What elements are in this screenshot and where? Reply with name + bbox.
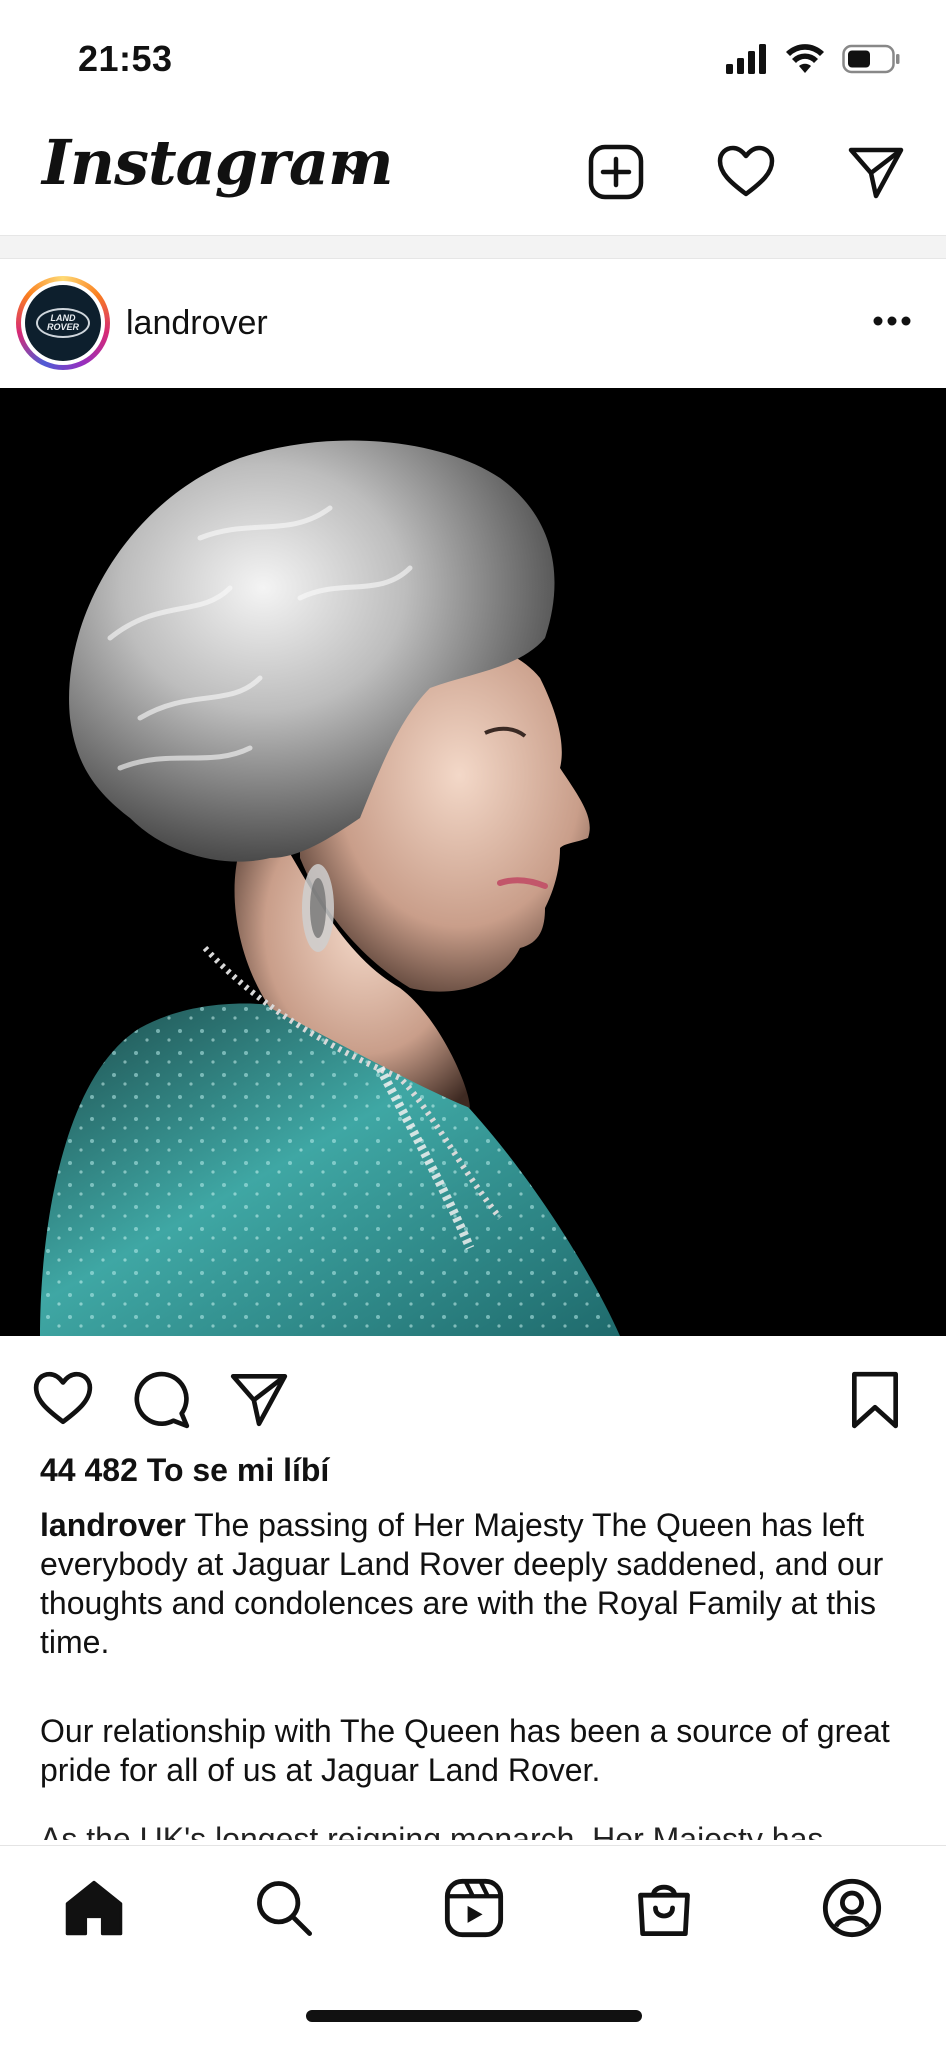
caption: landrover The passing of Her Majesty The… (40, 1506, 910, 1662)
more-options-icon[interactable] (872, 314, 912, 328)
status-time: 21:53 (78, 38, 173, 79)
story-ring[interactable]: LAND ROVER (16, 276, 110, 370)
chevron-down-icon[interactable] (340, 160, 366, 183)
like-icon[interactable] (32, 1368, 94, 1430)
post-username[interactable]: landrover (126, 304, 268, 343)
profile-icon[interactable] (820, 1876, 884, 1940)
search-icon[interactable] (252, 1876, 316, 1940)
caption-paragraph-2: Our relationship with The Queen has been… (40, 1713, 890, 1788)
stories-strip (0, 235, 946, 259)
direct-messages-icon[interactable] (846, 142, 906, 202)
share-icon[interactable] (228, 1368, 290, 1430)
bottom-tab-bar (0, 1845, 946, 1975)
cellular-signal-icon (726, 44, 768, 79)
battery-icon (842, 44, 900, 79)
app-header: Instagram (0, 120, 946, 235)
shop-icon[interactable] (632, 1876, 696, 1940)
caption-username[interactable]: landrover (40, 1507, 186, 1543)
home-indicator (306, 2010, 642, 2022)
new-post-icon[interactable] (586, 142, 646, 202)
save-icon[interactable] (844, 1368, 906, 1430)
avatar: LAND ROVER (25, 285, 101, 361)
status-icons (726, 44, 900, 79)
wifi-icon (786, 44, 824, 79)
status-bar: 21:53 (0, 0, 946, 120)
reels-icon[interactable] (442, 1876, 506, 1940)
like-count[interactable]: 44 482 To se mi líbí (40, 1452, 329, 1489)
post-image[interactable] (0, 388, 946, 1336)
header-actions (586, 142, 906, 202)
caption-paragraph-3-truncated: As the UK's longest reigning monarch, He… (40, 1821, 824, 1840)
activity-heart-icon[interactable] (716, 142, 776, 202)
post-action-bar (0, 1336, 946, 1456)
comment-icon[interactable] (130, 1368, 192, 1430)
land-rover-logo: LAND ROVER (36, 308, 90, 338)
home-icon[interactable] (62, 1876, 126, 1940)
post-header: LAND ROVER landrover (0, 260, 946, 388)
queen-portrait-image (0, 388, 946, 1336)
